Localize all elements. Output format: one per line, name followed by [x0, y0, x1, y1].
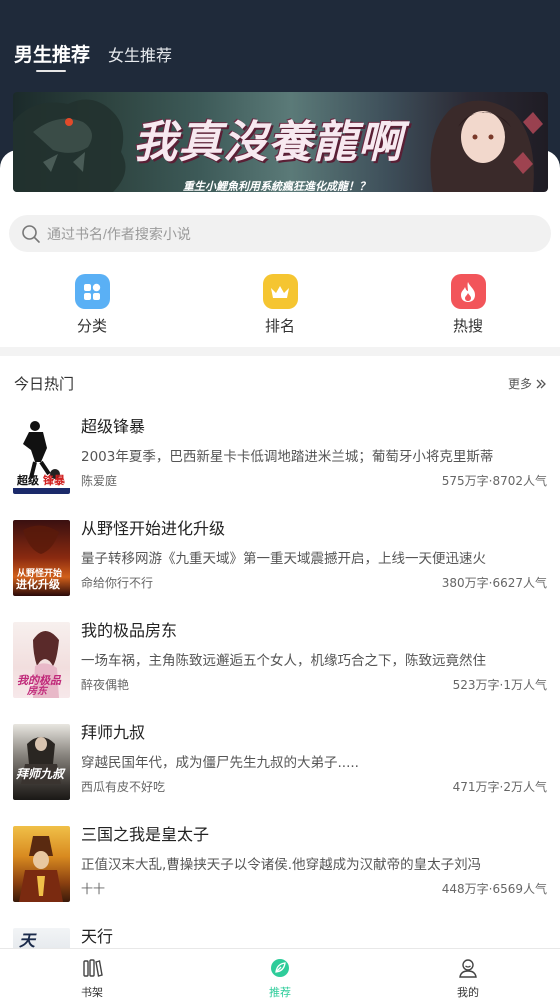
- tab-label: 女生推荐: [108, 46, 173, 65]
- promo-banner[interactable]: 我真沒養龍啊 重生小鯉魚利用系統瘋狂進化成龍！？: [13, 92, 548, 192]
- profile-icon: [459, 959, 477, 978]
- book-cover: 超级 锋暴: [13, 418, 70, 494]
- book-author: 醉夜偶艳: [81, 678, 130, 692]
- leaf-icon: [271, 959, 289, 977]
- nav-bookshelf[interactable]: 书架: [62, 957, 122, 999]
- category-label: 分类: [76, 317, 107, 335]
- book-item[interactable]: 拜师九叔 拜师九叔 穿越民国年代，成为僵尸先生九叔的大弟子..... 西瓜有皮不…: [0, 723, 560, 824]
- book-description: 一场车祸，主角陈致远邂逅五个女人，机缘巧合之下，陈致远竟然住: [81, 653, 486, 669]
- nav-label: 推荐: [269, 986, 291, 999]
- grid-icon: [74, 274, 110, 309]
- book-item[interactable]: 从野怪开始 进化升级 从野怪开始进化升级 量子转移网游《九重天域》第一重天域震撼…: [0, 519, 560, 620]
- tab-male-recommend[interactable]: 男生推荐: [14, 40, 91, 72]
- book-stats: 448万字·6569人气: [441, 882, 547, 896]
- book-cover: 拜师九叔: [13, 724, 70, 800]
- category-label: 热搜: [452, 317, 483, 335]
- svg-text:超级: 超级: [16, 473, 40, 487]
- tab-label: 男生推荐: [14, 44, 91, 66]
- book-item[interactable]: 我的极品 房东 我的极品房东 一场车祸，主角陈致远邂逅五个女人，机缘巧合之下，陈…: [0, 621, 560, 722]
- book-description: 量子转移网游《九重天域》第一重天域震撼开启，上线一天便迅速火: [81, 551, 486, 567]
- category-button-hot-search[interactable]: 热搜: [428, 274, 508, 336]
- book-title: 天行: [81, 927, 114, 946]
- book-item[interactable]: 三国之我是皇太子 正值汉末大乱,曹操挟天子以令诸侯.他穿越成为汉献帝的皇太子刘冯…: [0, 825, 560, 926]
- book-item[interactable]: 超级 锋暴 超级锋暴 2003年夏季，巴西新星卡卡低调地踏进米兰城；葡萄牙小将克…: [0, 417, 560, 518]
- more-link[interactable]: 更多: [508, 375, 547, 392]
- search-input[interactable]: [47, 225, 507, 242]
- book-stats: 471万字·2万人气: [452, 780, 547, 794]
- book-title: 从野怪开始进化升级: [81, 519, 226, 538]
- nav-label: 书架: [81, 986, 103, 999]
- svg-text:锋暴: 锋暴: [43, 473, 66, 487]
- book-cover: 从野怪开始 进化升级: [13, 520, 70, 596]
- book-title: 我的极品房东: [81, 621, 178, 640]
- book-cover: 我的极品 房东: [13, 622, 70, 698]
- book-stats: 380万字·6627人气: [441, 576, 547, 590]
- category-shortcuts: 分类 排名 热搜: [0, 274, 560, 336]
- banner-title: 我真沒養龍啊: [133, 117, 403, 168]
- double-chevron-right-icon: [536, 379, 546, 388]
- nav-profile[interactable]: 我的: [438, 957, 498, 999]
- book-stats: 523万字·1万人气: [452, 678, 547, 692]
- svg-text:房东: 房东: [26, 685, 49, 697]
- svg-text:拜师九叔: 拜师九叔: [16, 767, 66, 781]
- section-title: 今日热门: [14, 375, 75, 393]
- flame-icon: [450, 274, 486, 309]
- book-author: 十十: [81, 882, 106, 896]
- book-description: 2003年夏季，巴西新星卡卡低调地踏进米兰城；葡萄牙小将克里斯蒂: [81, 449, 494, 465]
- search-bar[interactable]: [9, 215, 551, 252]
- more-label: 更多: [507, 377, 532, 391]
- banner-subtitle: 重生小鯉魚利用系統瘋狂進化成龍！？: [183, 180, 370, 192]
- tab-female-recommend[interactable]: 女生推荐: [108, 42, 172, 66]
- book-author: 西瓜有皮不好吃: [81, 780, 166, 794]
- nav-label: 我的: [457, 986, 479, 999]
- category-button-ranking[interactable]: 排名: [240, 274, 320, 336]
- book-description: 穿越民国年代，成为僵尸先生九叔的大弟子.....: [81, 755, 359, 771]
- gender-tabs: 男生推荐 女生推荐: [14, 40, 172, 72]
- book-author: 陈爱庭: [81, 474, 118, 488]
- bottom-navigation: 书架 推荐 我的: [0, 948, 560, 999]
- category-label: 排名: [264, 317, 295, 335]
- book-stats: 575万字·8702人气: [441, 474, 547, 488]
- bookshelf-icon: [83, 959, 103, 977]
- crown-icon: [262, 274, 298, 309]
- book-title: 超级锋暴: [81, 417, 146, 436]
- search-icon: [22, 224, 40, 243]
- book-cover: [13, 826, 70, 902]
- category-button-classify[interactable]: 分类: [52, 274, 132, 336]
- svg-text:进化升级: 进化升级: [16, 577, 61, 591]
- nav-recommend[interactable]: 推荐: [250, 957, 310, 999]
- book-description: 正值汉末大乱,曹操挟天子以令诸侯.他穿越成为汉献帝的皇太子刘冯: [81, 857, 482, 873]
- section-divider: [0, 347, 560, 356]
- book-author: 命给你行不行: [81, 576, 154, 590]
- book-title: 三国之我是皇太子: [81, 825, 210, 844]
- tab-underline: [36, 70, 66, 72]
- book-title: 拜师九叔: [81, 723, 146, 742]
